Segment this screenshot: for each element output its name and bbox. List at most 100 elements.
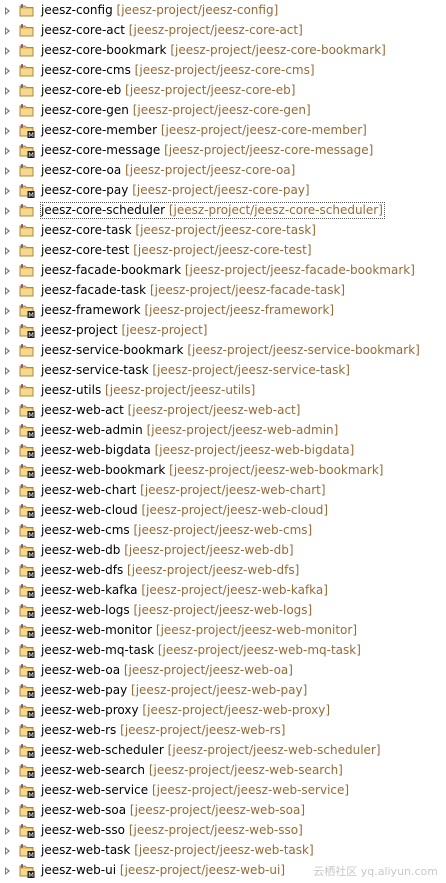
project-name: jeesz-core-pay bbox=[41, 183, 129, 197]
chevron-right-icon[interactable] bbox=[5, 707, 10, 715]
tree-item-jeesz-web-cloud[interactable]: Mjeesz-web-cloud [jeesz-project/jeesz-we… bbox=[0, 501, 446, 521]
project-path: [jeesz-project/jeesz-service-task] bbox=[152, 363, 350, 377]
chevron-right-icon[interactable] bbox=[5, 107, 10, 115]
tree-item-jeesz-core-task[interactable]: jeesz-core-task [jeesz-project/jeesz-cor… bbox=[0, 221, 446, 241]
chevron-right-icon[interactable] bbox=[5, 7, 10, 15]
chevron-right-icon[interactable] bbox=[5, 627, 10, 635]
chevron-right-icon[interactable] bbox=[5, 567, 10, 575]
tree-item-jeesz-core-member[interactable]: Mjeesz-core-member [jeesz-project/jeesz-… bbox=[0, 121, 446, 141]
project-name: jeesz-service-task bbox=[41, 363, 149, 377]
svg-text:M: M bbox=[28, 771, 34, 778]
tree-item-jeesz-web-chart[interactable]: Mjeesz-web-chart [jeesz-project/jeesz-we… bbox=[0, 481, 446, 501]
chevron-right-icon[interactable] bbox=[5, 687, 10, 695]
project-path: [jeesz-project/jeesz-web-monitor] bbox=[155, 623, 358, 637]
tree-item-jeesz-web-act[interactable]: Mjeesz-web-act [jeesz-project/jeesz-web-… bbox=[0, 401, 446, 421]
tree-item-jeesz-web-soa[interactable]: Mjeesz-web-soa [jeesz-project/jeesz-web-… bbox=[0, 801, 446, 821]
chevron-right-icon[interactable] bbox=[5, 267, 10, 275]
chevron-right-icon[interactable] bbox=[5, 867, 10, 875]
tree-item-jeesz-facade-task[interactable]: jeesz-facade-task [jeesz-project/jeesz-f… bbox=[0, 281, 446, 301]
tree-item-jeesz-core-bookmark[interactable]: jeesz-core-bookmark [jeesz-project/jeesz… bbox=[0, 41, 446, 61]
chevron-right-icon[interactable] bbox=[5, 347, 10, 355]
chevron-right-icon[interactable] bbox=[5, 47, 10, 55]
svg-text:M: M bbox=[28, 651, 34, 658]
project-path: [jeesz-project/jeesz-web-cms] bbox=[133, 523, 313, 537]
tree-item-jeesz-core-cms[interactable]: jeesz-core-cms [jeesz-project/jeesz-core… bbox=[0, 61, 446, 81]
tree-item-jeesz-service-bookmark[interactable]: jeesz-service-bookmark [jeesz-project/je… bbox=[0, 341, 446, 361]
chevron-right-icon[interactable] bbox=[5, 807, 10, 815]
tree-item-jeesz-web-kafka[interactable]: Mjeesz-web-kafka [jeesz-project/jeesz-we… bbox=[0, 581, 446, 601]
tree-item-jeesz-framework[interactable]: Mjeesz-framework [jeesz-project/jeesz-fr… bbox=[0, 301, 446, 321]
chevron-right-icon[interactable] bbox=[5, 747, 10, 755]
tree-item-jeesz-web-admin[interactable]: Mjeesz-web-admin [jeesz-project/jeesz-we… bbox=[0, 421, 446, 441]
chevron-right-icon[interactable] bbox=[5, 787, 10, 795]
tree-item-jeesz-web-bigdata[interactable]: Mjeesz-web-bigdata [jeesz-project/jeesz-… bbox=[0, 441, 446, 461]
tree-item-jeesz-web-logs[interactable]: Mjeesz-web-logs [jeesz-project/jeesz-web… bbox=[0, 601, 446, 621]
tree-item-jeesz-web-pay[interactable]: Mjeesz-web-pay [jeesz-project/jeesz-web-… bbox=[0, 681, 446, 701]
tree-item-jeesz-web-dfs[interactable]: Mjeesz-web-dfs [jeesz-project/jeesz-web-… bbox=[0, 561, 446, 581]
tree-item-jeesz-core-pay[interactable]: Mjeesz-core-pay [jeesz-project/jeesz-cor… bbox=[0, 181, 446, 201]
chevron-right-icon[interactable] bbox=[5, 487, 10, 495]
chevron-right-icon[interactable] bbox=[5, 467, 10, 475]
tree-item-jeesz-web-db[interactable]: Mjeesz-web-db [jeesz-project/jeesz-web-d… bbox=[0, 541, 446, 561]
tree-item-jeesz-config[interactable]: jeesz-config [jeesz-project/jeesz-config… bbox=[0, 1, 446, 21]
project-path: [jeesz-project/jeesz-web-oa] bbox=[123, 663, 293, 677]
tree-item-jeesz-web-mq-task[interactable]: Mjeesz-web-mq-task [jeesz-project/jeesz-… bbox=[0, 641, 446, 661]
chevron-right-icon[interactable] bbox=[5, 647, 10, 655]
project-path: [jeesz-project/jeesz-core-test] bbox=[133, 243, 312, 257]
chevron-right-icon[interactable] bbox=[5, 767, 10, 775]
chevron-right-icon[interactable] bbox=[5, 167, 10, 175]
tree-item-jeesz-web-task[interactable]: Mjeesz-web-task [jeesz-project/jeesz-web… bbox=[0, 841, 446, 861]
folder-project-icon: M bbox=[19, 744, 35, 758]
tree-item-jeesz-core-message[interactable]: Mjeesz-core-message [jeesz-project/jeesz… bbox=[0, 141, 446, 161]
tree-item-jeesz-core-act[interactable]: jeesz-core-act [jeesz-project/jeesz-core… bbox=[0, 21, 446, 41]
tree-item-jeesz-web-cms[interactable]: Mjeesz-web-cms [jeesz-project/jeesz-web-… bbox=[0, 521, 446, 541]
chevron-right-icon[interactable] bbox=[5, 27, 10, 35]
tree-item-jeesz-utils[interactable]: jeesz-utils [jeesz-project/jeesz-utils] bbox=[0, 381, 446, 401]
chevron-right-icon[interactable] bbox=[5, 67, 10, 75]
chevron-right-icon[interactable] bbox=[5, 307, 10, 315]
tree-item-jeesz-web-oa[interactable]: Mjeesz-web-oa [jeesz-project/jeesz-web-o… bbox=[0, 661, 446, 681]
tree-item-jeesz-core-gen[interactable]: jeesz-core-gen [jeesz-project/jeesz-core… bbox=[0, 101, 446, 121]
tree-item-jeesz-core-eb[interactable]: jeesz-core-eb [jeesz-project/jeesz-core-… bbox=[0, 81, 446, 101]
chevron-right-icon[interactable] bbox=[5, 87, 10, 95]
project-name: jeesz-web-db bbox=[41, 543, 121, 557]
chevron-right-icon[interactable] bbox=[5, 587, 10, 595]
tree-item-jeesz-web-search[interactable]: Mjeesz-web-search [jeesz-project/jeesz-w… bbox=[0, 761, 446, 781]
chevron-right-icon[interactable] bbox=[5, 147, 10, 155]
tree-item-jeesz-web-bookmark[interactable]: Mjeesz-web-bookmark [jeesz-project/jeesz… bbox=[0, 461, 446, 481]
tree-item-jeesz-web-rs[interactable]: Mjeesz-web-rs [jeesz-project/jeesz-web-r… bbox=[0, 721, 446, 741]
chevron-right-icon[interactable] bbox=[5, 727, 10, 735]
chevron-right-icon[interactable] bbox=[5, 447, 10, 455]
tree-item-jeesz-web-scheduler[interactable]: Mjeesz-web-scheduler [jeesz-project/jees… bbox=[0, 741, 446, 761]
tree-item-jeesz-web-monitor[interactable]: Mjeesz-web-monitor [jeesz-project/jeesz-… bbox=[0, 621, 446, 641]
chevron-right-icon[interactable] bbox=[5, 407, 10, 415]
tree-item-jeesz-service-task[interactable]: jeesz-service-task [jeesz-project/jeesz-… bbox=[0, 361, 446, 381]
project-path: [jeesz-project/jeesz-web-ui] bbox=[119, 863, 286, 877]
chevron-right-icon[interactable] bbox=[5, 387, 10, 395]
tree-item-jeesz-core-oa[interactable]: jeesz-core-oa [jeesz-project/jeesz-core-… bbox=[0, 161, 446, 181]
chevron-right-icon[interactable] bbox=[5, 427, 10, 435]
chevron-right-icon[interactable] bbox=[5, 527, 10, 535]
tree-item-jeesz-core-scheduler[interactable]: jeesz-core-scheduler [jeesz-project/jees… bbox=[0, 201, 446, 221]
chevron-right-icon[interactable] bbox=[5, 227, 10, 235]
tree-item-jeesz-project[interactable]: Mjeesz-project [jeesz-project] bbox=[0, 321, 446, 341]
chevron-right-icon[interactable] bbox=[5, 547, 10, 555]
chevron-right-icon[interactable] bbox=[5, 187, 10, 195]
tree-item-jeesz-web-sso[interactable]: Mjeesz-web-sso [jeesz-project/jeesz-web-… bbox=[0, 821, 446, 841]
project-name: jeesz-web-monitor bbox=[41, 623, 153, 637]
chevron-right-icon[interactable] bbox=[5, 327, 10, 335]
chevron-right-icon[interactable] bbox=[5, 827, 10, 835]
chevron-right-icon[interactable] bbox=[5, 367, 10, 375]
chevron-right-icon[interactable] bbox=[5, 847, 10, 855]
tree-item-jeesz-web-proxy[interactable]: Mjeesz-web-proxy [jeesz-project/jeesz-we… bbox=[0, 701, 446, 721]
chevron-right-icon[interactable] bbox=[5, 667, 10, 675]
chevron-right-icon[interactable] bbox=[5, 607, 10, 615]
chevron-right-icon[interactable] bbox=[5, 207, 10, 215]
tree-item-jeesz-core-test[interactable]: jeesz-core-test [jeesz-project/jeesz-cor… bbox=[0, 241, 446, 261]
chevron-right-icon[interactable] bbox=[5, 287, 10, 295]
chevron-right-icon[interactable] bbox=[5, 507, 10, 515]
chevron-right-icon[interactable] bbox=[5, 247, 10, 255]
tree-item-jeesz-facade-bookmark[interactable]: jeesz-facade-bookmark [jeesz-project/jee… bbox=[0, 261, 446, 281]
chevron-right-icon[interactable] bbox=[5, 127, 10, 135]
tree-item-jeesz-web-service[interactable]: Mjeesz-web-service [jeesz-project/jeesz-… bbox=[0, 781, 446, 801]
